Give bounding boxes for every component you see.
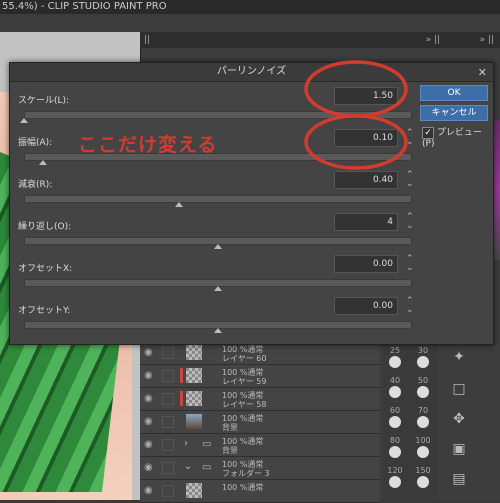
annotation-circle-scale [304,60,408,118]
annotation-circle-amplitude [304,114,408,170]
annotation-text: ここだけ変える [78,134,218,156]
annotation-circles [304,60,408,170]
